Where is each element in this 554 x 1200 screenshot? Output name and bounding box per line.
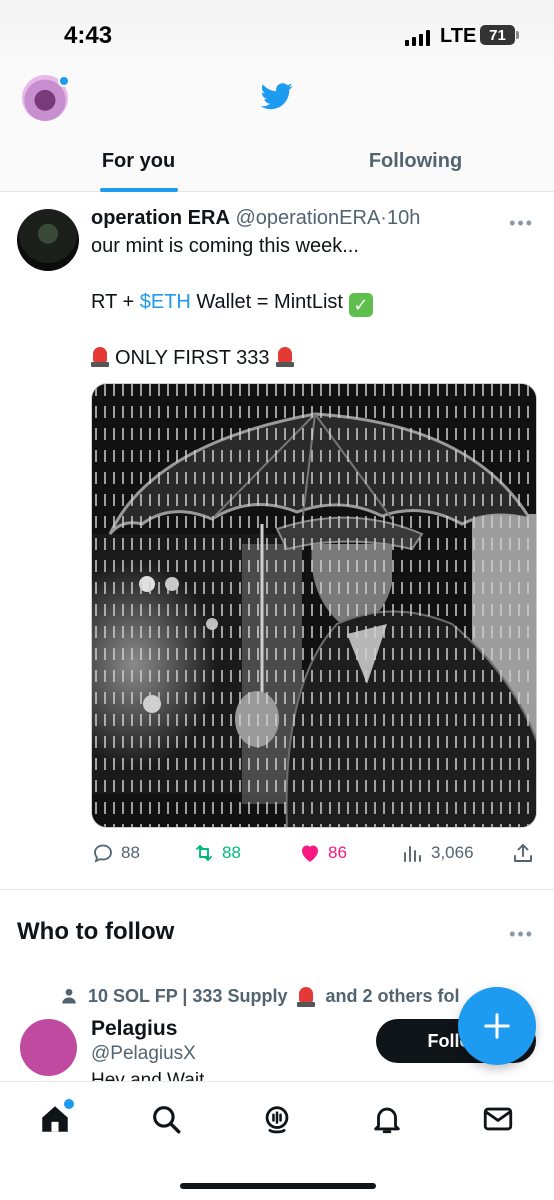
retweet-icon bbox=[196, 845, 212, 861]
suggested-user-handle[interactable]: @PelagiusX bbox=[91, 1043, 196, 1065]
share-icon bbox=[514, 844, 532, 862]
tweet-author-name[interactable]: operation ERA bbox=[91, 207, 230, 229]
social-context: 10 SOL FP | 333 Supply and 2 others fol bbox=[60, 985, 459, 1007]
app-header: For you Following bbox=[0, 70, 554, 192]
person-icon bbox=[62, 988, 76, 1004]
network-label: LTE bbox=[440, 25, 477, 47]
more-options-icon[interactable]: ••• bbox=[509, 213, 534, 234]
views-chart-icon bbox=[404, 846, 421, 862]
tab-label: For you bbox=[101, 150, 176, 172]
tab-following[interactable]: Following bbox=[277, 132, 554, 191]
tweet-actions: 88 88 86 3,066 bbox=[91, 841, 537, 867]
social-context-text: and 2 others fol bbox=[325, 985, 460, 1006]
tab-for-you[interactable]: For you bbox=[0, 132, 277, 192]
nav-notifications[interactable] bbox=[370, 1102, 404, 1136]
text-segment: ONLY FIRST 333 bbox=[115, 347, 270, 369]
nav-messages[interactable] bbox=[481, 1102, 515, 1136]
battery-icon: 71 bbox=[480, 25, 519, 45]
reply-button[interactable]: 88 bbox=[91, 841, 140, 865]
tweet[interactable]: operation ERA @operationERA·10h ••• our … bbox=[0, 193, 554, 890]
retweet-count: 88 bbox=[222, 843, 241, 862]
rain-umbrella-illustration bbox=[92, 384, 536, 827]
tab-label: Following bbox=[368, 150, 463, 172]
tweet-author-avatar[interactable] bbox=[17, 209, 79, 271]
status-bar: 4:43 LTE 71 bbox=[0, 0, 554, 70]
man-with-umbrella-image[interactable] bbox=[91, 383, 537, 828]
social-context-text: 10 SOL FP | 333 Supply bbox=[88, 985, 288, 1006]
separator: · bbox=[380, 207, 387, 229]
nav-spaces[interactable] bbox=[260, 1102, 294, 1136]
twitter-bird-icon[interactable] bbox=[258, 80, 296, 112]
profile-avatar[interactable] bbox=[22, 75, 70, 121]
nav-home[interactable] bbox=[38, 1099, 74, 1136]
retweet-button[interactable]: 88 bbox=[192, 841, 241, 865]
views-count: 3,066 bbox=[431, 843, 474, 862]
notification-dot bbox=[58, 75, 70, 87]
views-button[interactable]: 3,066 bbox=[401, 841, 474, 865]
siren-icon bbox=[297, 985, 316, 1007]
text-segment: RT + bbox=[91, 291, 140, 313]
siren-icon bbox=[275, 345, 294, 367]
like-button[interactable]: 86 bbox=[298, 841, 347, 865]
siren-icon bbox=[91, 345, 109, 367]
suggested-user-bio: Hey and Wait bbox=[91, 1071, 204, 1081]
tweet-author-handle[interactable]: @operationERA bbox=[235, 207, 380, 229]
mail-icon bbox=[483, 1107, 513, 1131]
compose-tweet-button[interactable] bbox=[458, 987, 536, 1065]
tweet-text-line: ONLY FIRST 333 bbox=[91, 345, 300, 370]
like-count: 86 bbox=[328, 843, 347, 862]
reply-icon bbox=[94, 844, 112, 863]
tweet-time[interactable]: 10h bbox=[387, 207, 420, 229]
home-indicator bbox=[180, 1183, 376, 1189]
status-time: 4:43 bbox=[64, 22, 113, 49]
plus-icon bbox=[484, 1013, 510, 1039]
check-mark-icon: ✓ bbox=[348, 293, 373, 317]
spaces-microphone-icon bbox=[265, 1106, 289, 1134]
search-icon bbox=[153, 1106, 181, 1134]
heart-icon bbox=[302, 845, 318, 862]
more-options-icon[interactable]: ••• bbox=[509, 924, 534, 945]
active-tab-indicator bbox=[99, 188, 178, 192]
tweet-header: operation ERA @operationERA·10h bbox=[91, 207, 420, 230]
text-segment: Wallet = MintList bbox=[190, 291, 343, 313]
suggested-user-avatar[interactable] bbox=[20, 1019, 77, 1076]
cashtag-link[interactable]: $ETH bbox=[140, 291, 191, 313]
nav-search[interactable] bbox=[149, 1102, 183, 1136]
reply-count: 88 bbox=[121, 843, 140, 862]
suggested-user-name[interactable]: Pelagius bbox=[91, 1017, 177, 1041]
tweet-text-line: our mint is coming this week... bbox=[91, 235, 359, 257]
timeline-tabs: For you Following bbox=[0, 132, 554, 192]
signal-icon bbox=[405, 30, 430, 46]
tweet-text-line: RT + $ETH Wallet = MintList ✓ bbox=[91, 291, 373, 317]
who-to-follow-heading: Who to follow bbox=[17, 918, 175, 945]
share-button[interactable] bbox=[511, 841, 535, 865]
notification-dot bbox=[64, 1099, 74, 1109]
bell-icon bbox=[374, 1107, 400, 1134]
